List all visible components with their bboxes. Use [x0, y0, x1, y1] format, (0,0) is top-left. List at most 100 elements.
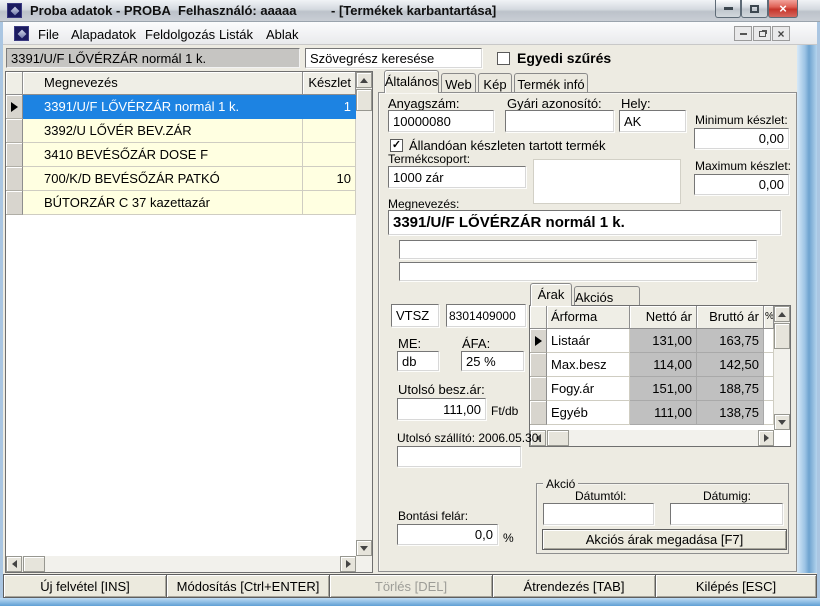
close-icon: × [779, 2, 787, 15]
gyari-azonosito-input[interactable] [505, 110, 614, 132]
price-grid-type-header[interactable]: Árforma [547, 306, 630, 329]
minimize-button[interactable] [715, 0, 741, 18]
tab-web[interactable]: Web [441, 73, 476, 93]
product-stock-cell[interactable]: 1 [303, 95, 356, 119]
product-stock-cell[interactable] [303, 119, 356, 143]
scroll-right-button[interactable] [340, 556, 356, 572]
maximize-icon [750, 5, 759, 13]
max-keszlet-input[interactable] [694, 174, 789, 195]
vscroll-thumb[interactable] [774, 323, 790, 349]
datumtol-input[interactable] [543, 503, 654, 525]
anyagszam-label: Anyagszám: [388, 96, 460, 111]
maximize-button[interactable] [741, 0, 768, 18]
price-percent-cell[interactable] [764, 401, 774, 425]
extra-name-input-1[interactable] [399, 240, 757, 259]
scroll-up-button[interactable] [356, 72, 372, 88]
me-input[interactable] [397, 351, 439, 371]
akcios-arak-button[interactable]: Akciós árak megadása [F7] [542, 529, 787, 550]
mdi-close-button[interactable]: × [772, 26, 790, 41]
atrendezes-button[interactable]: Átrendezés [TAB] [492, 574, 656, 598]
product-stock-cell[interactable] [303, 143, 356, 167]
price-percent-cell[interactable] [764, 329, 774, 353]
mdi-restore-button[interactable] [753, 26, 771, 41]
price-netto-cell[interactable]: 131,00 [630, 329, 697, 353]
scroll-up-button[interactable] [774, 306, 790, 322]
price-grid-vscrollbar[interactable] [774, 306, 790, 430]
product-name-cell[interactable]: 3410 BEVÉSŐZÁR DOSE F [23, 143, 303, 167]
vscroll-thumb[interactable] [356, 89, 372, 111]
menu-alapadatok[interactable]: Alapadatok [67, 26, 140, 43]
scroll-right-button[interactable] [758, 430, 774, 446]
scroll-down-button[interactable] [356, 540, 372, 556]
product-stock-cell[interactable]: 10 [303, 167, 356, 191]
price-brutto-cell[interactable]: 163,75 [697, 329, 764, 353]
price-percent-cell[interactable] [764, 377, 774, 401]
hscroll-thumb[interactable] [23, 556, 45, 572]
tab-termek-info[interactable]: Termék infó [514, 73, 588, 93]
menu-ablak[interactable]: Ablak [262, 26, 303, 43]
price-netto-cell[interactable]: 111,00 [630, 401, 697, 425]
product-grid-vscrollbar[interactable] [356, 72, 372, 556]
uj-felvetel-button[interactable]: Új felvétel [INS] [3, 574, 167, 598]
menu-listak[interactable]: Listák [215, 26, 257, 43]
afa-input[interactable] [461, 351, 524, 371]
price-netto-cell[interactable]: 151,00 [630, 377, 697, 401]
price-grid-percent-header[interactable]: % [764, 306, 774, 329]
product-grid-indicator-header [6, 72, 23, 95]
product-name-cell[interactable]: 3392/U LŐVÉR BEV.ZÁR [23, 119, 303, 143]
utolso-besz-input[interactable] [397, 398, 486, 420]
search-input[interactable] [305, 48, 482, 68]
price-grid-brutto-header[interactable]: Bruttó ár [697, 306, 764, 329]
price-type-cell[interactable]: Fogy.ár [547, 377, 630, 401]
product-name-cell[interactable]: 700/K/D BEVÉSŐZÁR PATKÓ [23, 167, 303, 191]
always-stock-checkbox[interactable] [390, 139, 403, 152]
menu-file[interactable]: File [34, 26, 63, 43]
modositas-button[interactable]: Módosítás [Ctrl+ENTER] [166, 574, 330, 598]
tab-akcios-arak[interactable]: Akciós árak [574, 286, 640, 306]
close-button[interactable]: × [768, 0, 798, 18]
tab-arak[interactable]: Árak [530, 283, 572, 306]
price-brutto-cell[interactable]: 138,75 [697, 401, 764, 425]
hscroll-thumb[interactable] [547, 430, 569, 446]
megnevezes-input[interactable] [388, 210, 781, 235]
price-brutto-cell[interactable]: 142,50 [697, 353, 764, 377]
menu-feldolgozas[interactable]: Feldolgozás [141, 26, 219, 43]
product-grid-hscrollbar[interactable] [6, 556, 372, 572]
price-netto-cell[interactable]: 114,00 [630, 353, 697, 377]
tab-kep[interactable]: Kép [478, 73, 512, 93]
tab-altalanos[interactable]: Általános [384, 70, 439, 93]
unique-filter-checkbox[interactable] [497, 52, 510, 65]
scroll-left-button[interactable] [6, 556, 22, 572]
app-window: Proba adatok - PROBA Felhasználó: aaaaa … [0, 0, 820, 606]
mdi-minimize-button[interactable] [734, 26, 752, 41]
product-stock-cell[interactable] [303, 191, 356, 215]
kilepes-button[interactable]: Kilépés [ESC] [655, 574, 817, 598]
row-indicator-icon [11, 102, 18, 112]
datumig-input[interactable] [670, 503, 783, 525]
scroll-down-button[interactable] [774, 414, 790, 430]
selected-product-display: 3391/U/F LŐVÉRZÁR normál 1 k. [6, 48, 300, 68]
product-name-cell[interactable]: BÚTORZÁR C 37 kazettazár [23, 191, 303, 215]
anyagszam-input[interactable] [388, 110, 494, 132]
window-title: Proba adatok - PROBA [30, 3, 171, 18]
min-keszlet-label: Minimum készlet: [695, 113, 788, 127]
min-keszlet-input[interactable] [694, 128, 789, 149]
product-name-cell[interactable]: 3391/U/F LŐVÉRZÁR normál 1 k. [23, 95, 303, 119]
hely-input[interactable] [619, 110, 686, 132]
torles-button[interactable]: Törlés [DEL] [329, 574, 493, 598]
vtsz-input[interactable] [446, 304, 526, 327]
price-type-cell[interactable]: Egyéb [547, 401, 630, 425]
product-grid-name-header[interactable]: Megnevezés [23, 72, 303, 95]
product-grid-stock-header[interactable]: Készlet [303, 72, 356, 95]
price-brutto-cell[interactable]: 188,75 [697, 377, 764, 401]
price-grid-hscrollbar[interactable] [530, 430, 774, 446]
utolso-szallito-input[interactable] [397, 446, 521, 467]
extra-name-input-2[interactable] [399, 262, 757, 281]
price-grid-netto-header[interactable]: Nettó ár [630, 306, 697, 329]
price-type-cell[interactable]: Listaár [547, 329, 630, 353]
price-percent-cell[interactable] [764, 353, 774, 377]
price-type-cell[interactable]: Max.besz [547, 353, 630, 377]
app-icon [7, 3, 22, 18]
bontasi-input[interactable] [397, 524, 498, 545]
termekcsoport-input[interactable] [388, 166, 526, 188]
